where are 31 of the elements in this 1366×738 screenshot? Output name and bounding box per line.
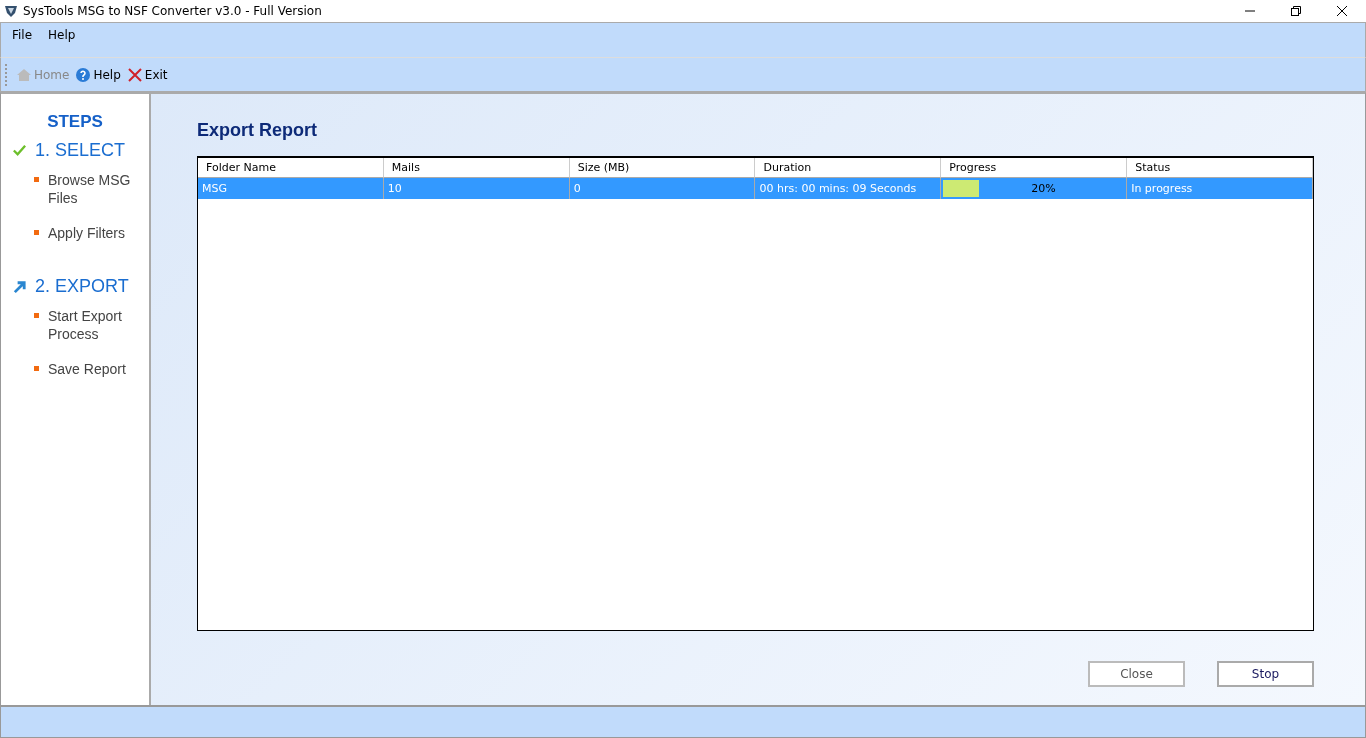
menu-item[interactable]: Help [43, 28, 81, 43]
table-cell: MSG [198, 178, 384, 200]
step-heading: 2. EXPORT [35, 276, 129, 298]
menu-item[interactable]: File [7, 28, 38, 43]
step-item: Apply Filters [48, 224, 127, 243]
dialog-button[interactable]: Stop [1217, 661, 1314, 688]
toolbar-button[interactable]: Help [72, 66, 124, 83]
bullet-icon [34, 313, 39, 319]
table-cell: In progress [1127, 178, 1313, 200]
close-icon[interactable] [1336, 5, 1348, 18]
step-item: Browse MSG Files [48, 171, 132, 208]
window-title: SysTools MSG to NSF Converter v3.0 - Full Version [23, 4, 323, 19]
step-heading: 1. SELECT [35, 140, 126, 162]
table-cell: 00 hrs: 00 mins: 09 Seconds [755, 178, 942, 200]
table-row[interactable]: MSG 10 0 00 hrs: 00 mins: 09 Seconds 20% In progress [198, 178, 1313, 200]
restore-icon[interactable] [1290, 5, 1302, 18]
bullet-icon [34, 366, 39, 372]
step-item: Save Report [48, 360, 127, 379]
table-cell: 10 [383, 178, 570, 200]
bullet-icon [34, 230, 39, 236]
help-icon [75, 66, 92, 83]
home-icon [16, 66, 32, 83]
steps-heading: STEPS [46, 112, 104, 133]
page-title: Export Report [197, 120, 318, 142]
app-logo-icon [4, 4, 18, 19]
table-cell: 0 [569, 178, 756, 200]
bullet-icon [34, 177, 39, 183]
progress-percent: 20% [1031, 182, 1056, 196]
step-item: Start Export Process [48, 307, 123, 344]
exit-icon [126, 66, 143, 83]
toolbar-button[interactable]: Exit [123, 66, 171, 83]
